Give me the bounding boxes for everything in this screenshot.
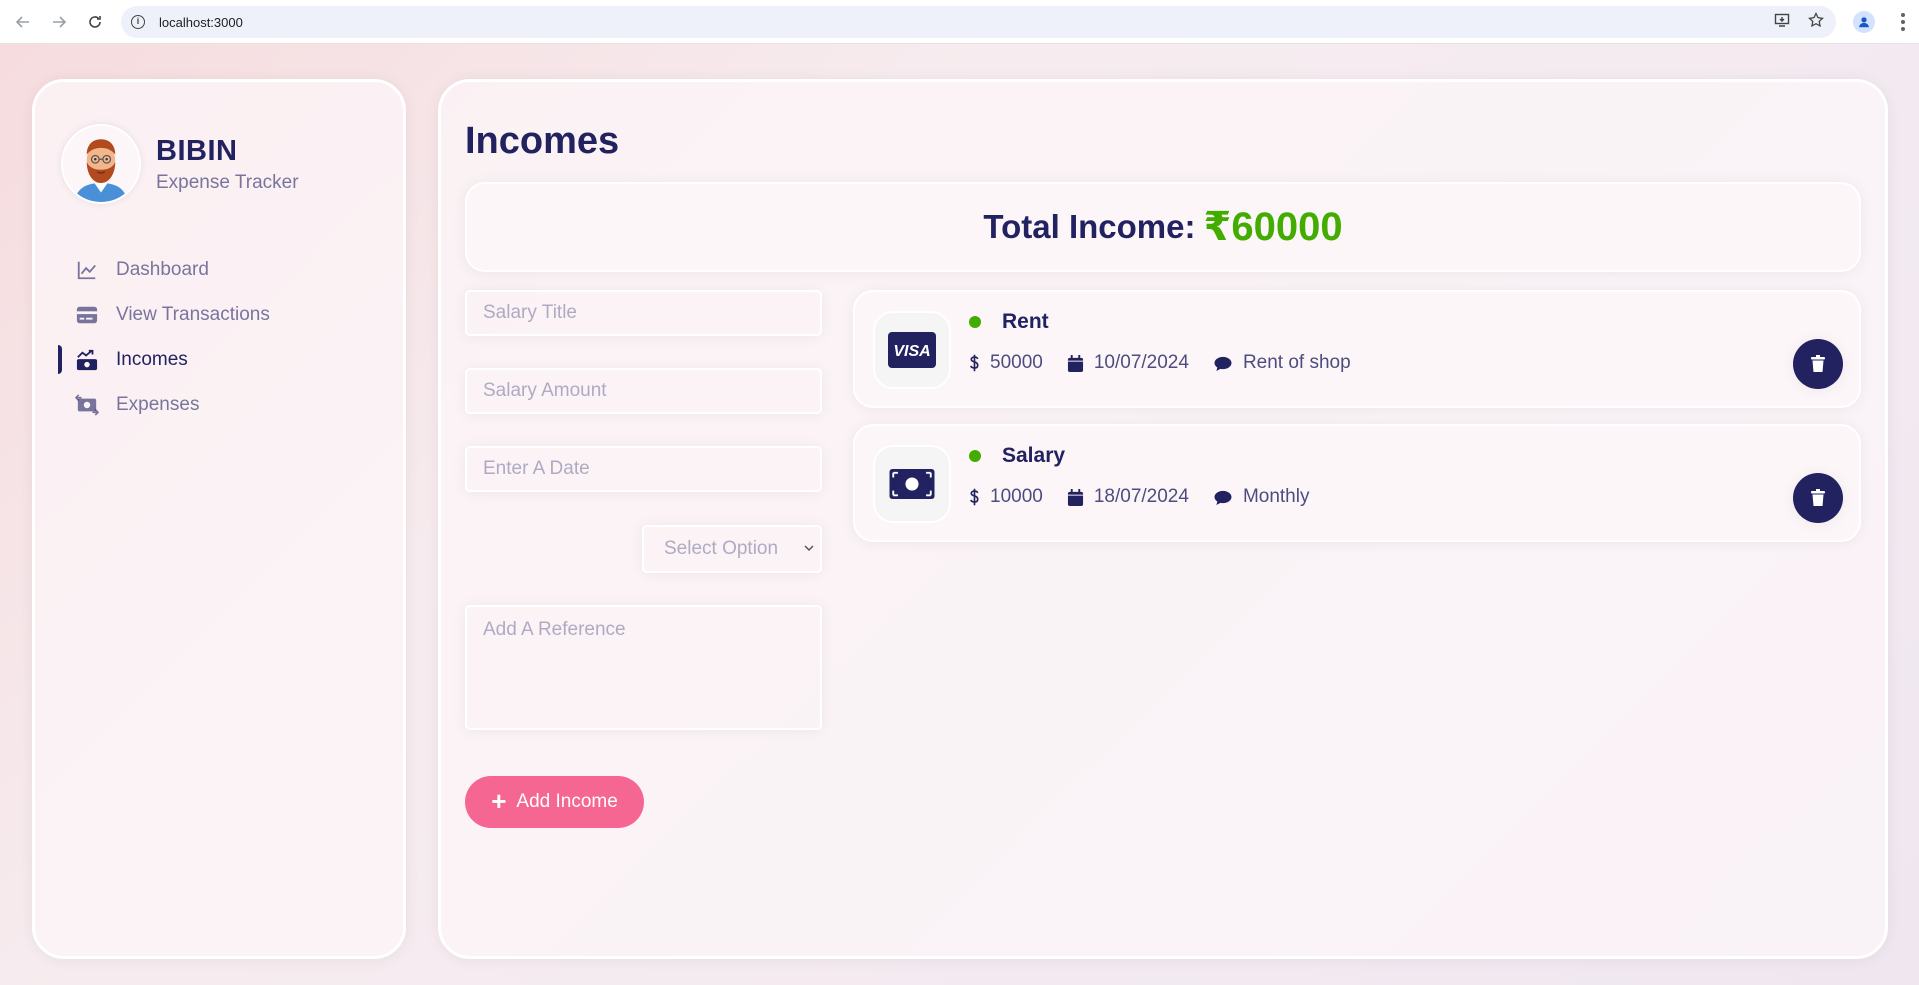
address-bar[interactable]: i localhost:3000 [121, 6, 1836, 38]
calendar-icon [1067, 354, 1083, 372]
calendar-icon [1067, 488, 1083, 506]
comment-icon [1214, 490, 1232, 505]
salary-amount-input[interactable] [465, 368, 822, 414]
money-bill-transfer-icon [75, 393, 99, 417]
user-role: Expense Tracker [156, 171, 299, 193]
income-title-text: Salary [1002, 444, 1066, 467]
sidebar-item-dashboard[interactable]: Dashboard [59, 247, 359, 292]
delete-button[interactable] [1793, 339, 1843, 389]
income-amount: 50000 [990, 352, 1043, 373]
sidebar-item-view-transactions[interactable]: View Transactions [59, 292, 359, 337]
sidebar-item-label: Dashboard [116, 258, 209, 280]
credit-card-icon [75, 303, 99, 327]
forward-icon[interactable] [42, 5, 76, 39]
money-bill-trend-up-icon [75, 348, 99, 372]
page-title: Incomes [465, 120, 620, 162]
dollar-icon [970, 488, 979, 506]
plus-icon: + [491, 786, 507, 816]
delete-button[interactable] [1793, 473, 1843, 523]
app-background: BIBIN Expense Tracker Dashboard View Tra… [0, 44, 1919, 985]
chevron-down-icon [804, 545, 814, 552]
url-text: localhost:3000 [159, 14, 243, 30]
income-title: Rent [969, 310, 1049, 334]
sidebar-item-label: Incomes [116, 348, 188, 370]
chart-line-icon [75, 258, 99, 282]
reference-textarea[interactable] [465, 605, 822, 730]
sidebar-menu: Dashboard View Transactions Incomes Expe… [58, 247, 359, 427]
visa-card-icon: VISA [873, 311, 951, 389]
user-profile: BIBIN Expense Tracker [61, 124, 299, 204]
category-select[interactable]: Select Option [642, 525, 822, 573]
avatar [61, 124, 141, 204]
site-info-icon[interactable]: i [131, 15, 145, 29]
sidebar-item-label: Expenses [116, 393, 200, 415]
income-amount: 10000 [990, 486, 1043, 507]
status-dot [969, 316, 981, 328]
trash-icon [1811, 355, 1825, 372]
dollar-icon [970, 354, 979, 372]
list-item: Salary 10000 18/07/2024 Monthly [853, 424, 1861, 542]
income-date: 10/07/2024 [1093, 352, 1189, 373]
svg-text:VISA: VISA [893, 343, 930, 360]
income-title: Salary [969, 444, 1065, 468]
income-title-text: Rent [1002, 310, 1049, 333]
sidebar: BIBIN Expense Tracker Dashboard View Tra… [32, 79, 406, 959]
total-income-amount: ₹60000 [1203, 205, 1343, 249]
profile-icon[interactable] [1853, 11, 1875, 33]
total-income-label: Total Income: [983, 208, 1196, 245]
income-description: Monthly [1242, 486, 1310, 507]
install-app-icon[interactable] [1774, 12, 1790, 33]
income-date: 18/07/2024 [1093, 486, 1189, 507]
sidebar-item-expenses[interactable]: Expenses [59, 382, 359, 427]
sidebar-item-incomes[interactable]: Incomes [58, 337, 359, 382]
income-list: VISA Rent 50000 10/07/2024 Rent of shop … [853, 290, 1861, 558]
date-input[interactable] [465, 446, 822, 492]
category-select-value: Select Option [664, 538, 779, 559]
status-dot [969, 450, 981, 462]
browser-menu-icon[interactable] [1901, 13, 1905, 31]
sidebar-item-label: View Transactions [116, 303, 270, 325]
total-income-card: Total Income: ₹60000 [465, 182, 1861, 272]
comment-icon [1214, 356, 1232, 371]
income-description: Rent of shop [1242, 352, 1351, 373]
add-income-label: Add Income [516, 791, 618, 812]
income-meta: 50000 10/07/2024 Rent of shop [969, 352, 1375, 374]
browser-toolbar: i localhost:3000 [0, 0, 1919, 44]
income-meta: 10000 18/07/2024 Monthly [969, 486, 1333, 508]
money-bill-icon [873, 445, 951, 523]
main-panel: Incomes Total Income: ₹60000 Select Opti… [438, 79, 1888, 959]
user-name: BIBIN [156, 134, 238, 167]
back-icon[interactable] [6, 5, 40, 39]
add-income-button[interactable]: + Add Income [465, 776, 644, 828]
reload-icon[interactable] [78, 5, 112, 39]
trash-icon [1811, 489, 1825, 506]
list-item: VISA Rent 50000 10/07/2024 Rent of shop [853, 290, 1861, 408]
salary-title-input[interactable] [465, 290, 822, 336]
bookmark-star-icon[interactable] [1808, 11, 1824, 33]
